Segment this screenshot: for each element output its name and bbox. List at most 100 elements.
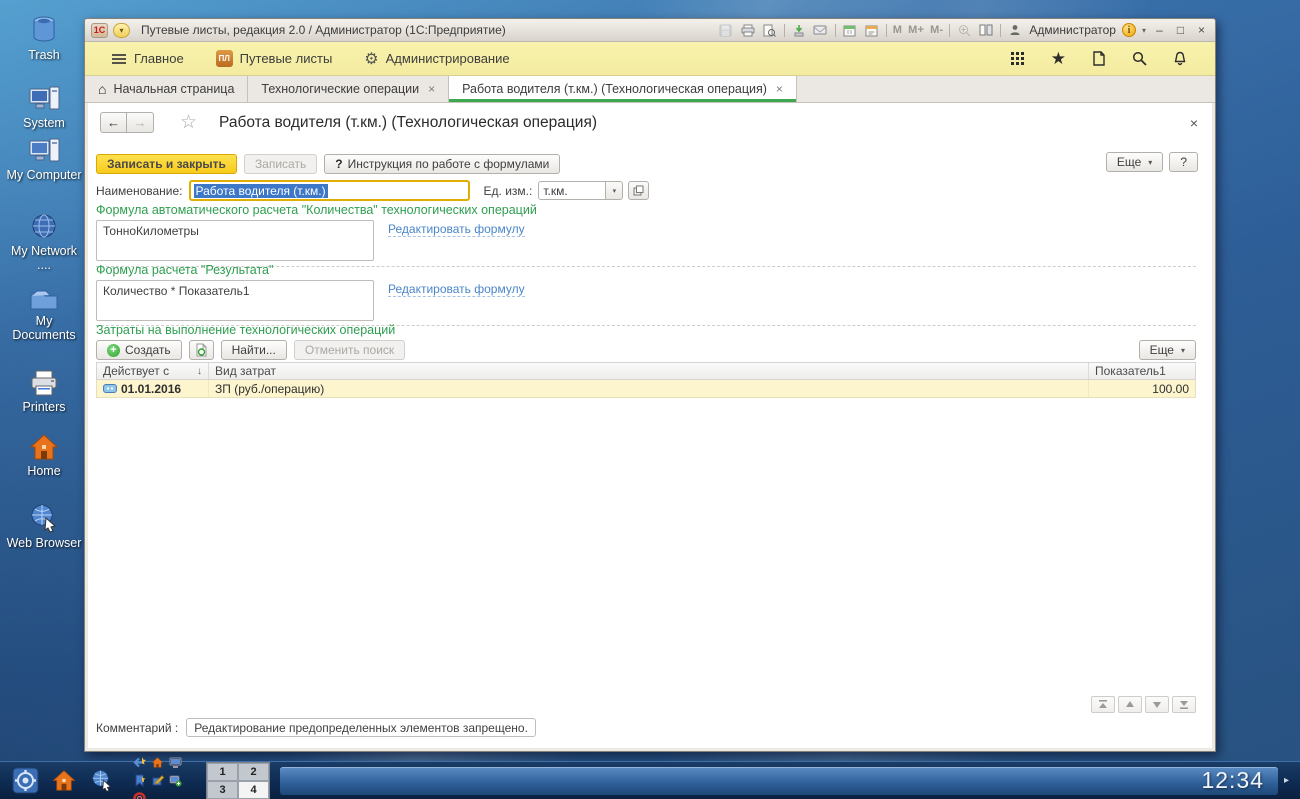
desktop-icon-printers[interactable]: Printers (4, 368, 84, 414)
calc-m-minus-button[interactable]: M- (930, 24, 943, 36)
save-icon[interactable] (718, 23, 734, 38)
quick-launch-share-icon[interactable] (167, 772, 184, 789)
refresh-button[interactable] (188, 340, 214, 360)
menu-item-main[interactable]: Главное (99, 42, 196, 75)
pager-desktop-2[interactable]: 2 (238, 762, 269, 781)
quick-launch-bookmark-icon[interactable] (131, 772, 148, 789)
info-icon[interactable]: i (1121, 23, 1136, 37)
save-button[interactable]: Записать (243, 154, 318, 174)
costs-table: Действует с ↓ Вид затрат Показатель1 01.… (96, 362, 1196, 398)
section-title-costs: Затраты на выполнение технологических оп… (96, 323, 396, 337)
system-menu-dropdown[interactable]: ▾ (113, 22, 130, 38)
close-button[interactable]: × (1194, 23, 1209, 37)
app-launcher-icon[interactable] (12, 767, 39, 794)
network-globe-icon (29, 212, 59, 242)
quick-launch-help-icon[interactable] (131, 790, 148, 799)
favorite-star-icon[interactable]: ☆ (180, 111, 197, 134)
desktop: Trash System My Computer My Network ....… (0, 0, 1300, 799)
print-preview-icon[interactable] (762, 23, 778, 38)
calc-m-button[interactable]: M (893, 24, 902, 36)
tab-close-icon[interactable]: × (428, 82, 435, 96)
attach-icon[interactable] (791, 23, 807, 38)
zoom-icon[interactable] (956, 23, 972, 38)
unit-field-label: Ед. изм.: (483, 183, 533, 198)
taskbar-home-icon[interactable] (51, 768, 77, 793)
calendar-icon[interactable] (842, 23, 858, 38)
tab-close-icon[interactable]: × (776, 82, 783, 96)
table-row[interactable]: 01.01.2016 ЗП (руб./операцию) 100.00 (96, 380, 1196, 398)
form-more-button[interactable]: Еще ▾ (1105, 152, 1164, 172)
print-icon[interactable] (740, 23, 756, 38)
tab-start-page[interactable]: ⌂ Начальная страница (85, 76, 249, 102)
calendar-31-icon[interactable] (864, 23, 880, 38)
unit-dropdown-button[interactable]: ▾ (606, 181, 624, 200)
instruction-button[interactable]: ? Инструкция по работе с формулами (324, 154, 561, 174)
send-mail-icon[interactable] (813, 23, 829, 38)
edit-result-formula-link[interactable]: Редактировать формулу (388, 282, 525, 297)
quantity-formula-input[interactable]: ТонноКилометры (96, 220, 374, 261)
edit-quantity-formula-link[interactable]: Редактировать формулу (388, 222, 525, 237)
form-close-icon[interactable]: × (1190, 115, 1198, 131)
forward-button[interactable]: → (127, 112, 154, 133)
quick-launch-back-icon[interactable] (131, 754, 148, 771)
quick-launch-home-icon[interactable] (149, 754, 166, 771)
menu-item-waybills[interactable]: ПЛ Путевые листы (204, 42, 345, 75)
column-header-cost-type[interactable]: Вид затрат (209, 363, 1089, 379)
notifications-bell-icon[interactable] (1173, 51, 1187, 66)
go-up-button[interactable] (1118, 696, 1142, 713)
history-icon[interactable] (1092, 51, 1106, 66)
chevron-down-icon: ▾ (1148, 157, 1153, 167)
maximize-button[interactable]: □ (1173, 23, 1188, 37)
result-formula-input[interactable]: Количество * Показатель1 (96, 280, 374, 321)
pager-desktop-4[interactable]: 4 (238, 780, 269, 799)
taskbar-browser-icon[interactable] (89, 768, 115, 793)
tab-label: Работа водителя (т.км.) (Технологическая… (462, 82, 767, 96)
search-icon[interactable] (1132, 51, 1147, 66)
taskbar-clock[interactable]: 12:34 (1201, 767, 1278, 794)
cell-date: 01.01.2016 (121, 381, 182, 396)
calc-m-plus-button[interactable]: M+ (908, 24, 924, 36)
all-functions-grid-icon[interactable] (1010, 51, 1025, 66)
create-button[interactable]: + Создать (96, 340, 182, 360)
cancel-search-button[interactable]: Отменить поиск (293, 340, 406, 360)
column-header-date[interactable]: Действует с ↓ (97, 363, 209, 379)
desktop-icon-label: Trash (28, 48, 60, 62)
go-down-button[interactable] (1145, 696, 1169, 713)
desktop-icon-my-computer[interactable]: My Computer (4, 136, 84, 182)
table-more-button[interactable]: Еще ▾ (1138, 340, 1196, 360)
comment-input[interactable]: Редактирование предопределенных элементо… (186, 718, 536, 737)
pager-desktop-3[interactable]: 3 (207, 780, 238, 799)
pager-desktop-1[interactable]: 1 (207, 762, 238, 781)
column-header-indicator[interactable]: Показатель1 (1089, 363, 1195, 379)
chevron-down-icon[interactable]: ▾ (1142, 26, 1146, 35)
split-window-icon[interactable] (978, 23, 994, 38)
desktop-icon-trash[interactable]: Trash (4, 14, 84, 62)
quick-launch-edit-icon[interactable] (149, 772, 166, 789)
favorites-star-icon[interactable]: ★ (1051, 49, 1066, 69)
find-button[interactable]: Найти... (220, 340, 287, 360)
tab-label: Начальная страница (113, 82, 235, 96)
tab-tech-operations[interactable]: Технологические операции × (248, 76, 450, 102)
menu-item-administration[interactable]: ⚙ Администрирование (352, 42, 521, 75)
unit-open-button[interactable] (628, 181, 650, 200)
section-title-quantity-formula: Формула автоматического расчета "Количес… (96, 203, 537, 217)
unit-input[interactable]: т.км. (538, 181, 607, 200)
desktop-icon-my-network[interactable]: My Network .... (4, 212, 84, 273)
desktop-icon-my-documents[interactable]: My Documents (4, 284, 84, 343)
back-button[interactable]: ← (100, 112, 127, 133)
name-input[interactable]: Работа водителя (т.км.) (188, 180, 470, 201)
go-first-button[interactable] (1091, 696, 1115, 713)
desktop-icon-home[interactable]: Home (4, 432, 84, 478)
current-user-label[interactable]: Администратор (1029, 23, 1116, 37)
go-last-button[interactable] (1172, 696, 1196, 713)
form-help-button[interactable]: ? (1169, 152, 1198, 172)
quick-launch-display-icon[interactable] (167, 754, 184, 771)
tab-label: Технологические операции (261, 82, 420, 96)
tab-driver-work[interactable]: Работа водителя (т.км.) (Технологическая… (449, 76, 797, 102)
desktop-icon-system[interactable]: System (4, 84, 84, 130)
panel-expand-arrow-icon[interactable]: ▸ (1284, 775, 1296, 786)
desktop-icon-web-browser[interactable]: Web Browser (4, 502, 84, 550)
browser-globe-icon (27, 502, 61, 534)
save-and-close-button[interactable]: Записать и закрыть (96, 154, 237, 174)
minimize-button[interactable]: – (1152, 23, 1167, 37)
